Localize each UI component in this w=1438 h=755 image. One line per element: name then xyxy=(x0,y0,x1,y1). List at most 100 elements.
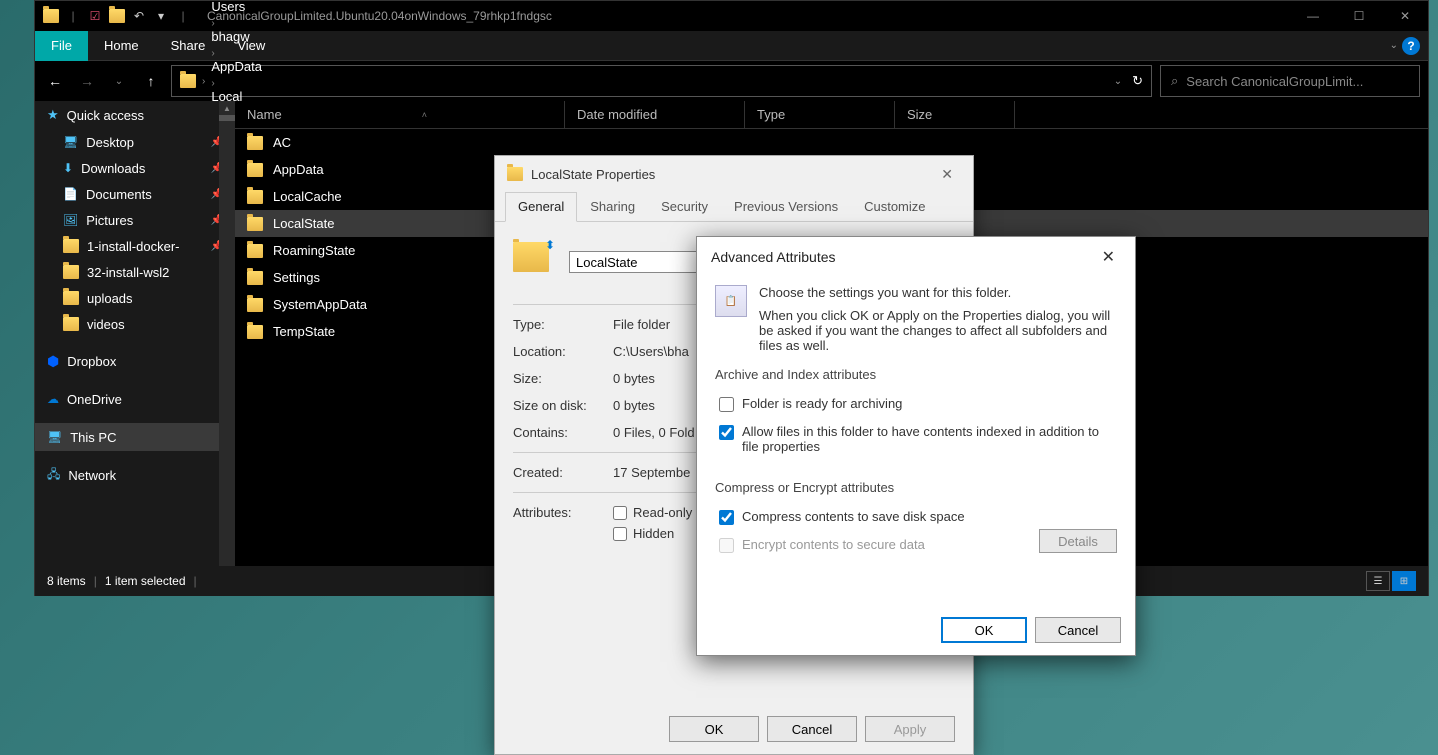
customize-qat-icon[interactable]: ▾ xyxy=(153,8,169,24)
adv-titlebar: Advanced Attributes ✕ xyxy=(697,237,1135,277)
tab-file[interactable]: File xyxy=(35,31,88,61)
nav-up[interactable]: ↑ xyxy=(139,69,163,93)
file-name: RoamingState xyxy=(273,243,355,258)
dropbox-icon: ⬢ xyxy=(47,353,59,370)
sidebar-scrollbar[interactable]: ▲ xyxy=(219,101,235,566)
sidebar-network[interactable]: 🖧 Network xyxy=(35,461,235,489)
undo-icon[interactable]: ↶ xyxy=(131,8,147,24)
adv-archive-label: Folder is ready for archiving xyxy=(742,396,902,411)
props-readonly-label: Read-only xyxy=(633,505,692,520)
nav-back[interactable]: ← xyxy=(43,69,67,93)
sidebar-item-label: Documents xyxy=(86,187,152,202)
file-name: AppData xyxy=(273,162,324,177)
sidebar-quick-access-label: Quick access xyxy=(67,108,144,123)
props-tab-general[interactable]: General xyxy=(505,192,577,222)
refresh-icon[interactable]: ↻ xyxy=(1132,73,1143,89)
col-size[interactable]: Size xyxy=(895,101,1015,128)
sidebar-item-label: Downloads xyxy=(81,161,145,176)
sidebar-thispc[interactable]: 🖥 This PC xyxy=(35,423,235,451)
sidebar-item-uploads[interactable]: uploads xyxy=(35,285,235,311)
sidebar-item-label: 32-install-wsl2 xyxy=(87,265,169,280)
view-details-button[interactable]: ☰ xyxy=(1366,571,1390,591)
file-name: AC xyxy=(273,135,291,150)
file-name: TempState xyxy=(273,324,335,339)
adv-details-button: Details xyxy=(1039,529,1117,553)
nav-recent[interactable]: ⌄ xyxy=(107,69,131,93)
tab-home[interactable]: Home xyxy=(88,31,155,61)
close-button[interactable]: ✕ xyxy=(1382,1,1428,31)
view-large-button[interactable]: ⊞ xyxy=(1392,571,1416,591)
search-box[interactable]: ⌕ Search CanonicalGroupLimit... xyxy=(1160,65,1420,97)
col-name[interactable]: Name ˄ xyxy=(235,101,565,128)
adv-close-button[interactable]: ✕ xyxy=(1096,245,1121,269)
props-tab-previous[interactable]: Previous Versions xyxy=(721,192,851,221)
maximize-button[interactable]: ☐ xyxy=(1336,1,1382,31)
props-tab-customize[interactable]: Customize xyxy=(851,192,938,221)
props-apply-button[interactable]: Apply xyxy=(865,716,955,742)
props-hidden-check[interactable] xyxy=(613,527,627,541)
sidebar-quick-access[interactable]: ★ Quick access xyxy=(35,101,235,129)
status-divider: | xyxy=(94,574,97,588)
sort-indicator-icon: ˄ xyxy=(422,110,427,120)
props-ok-button[interactable]: OK xyxy=(669,716,759,742)
sidebar-onedrive[interactable]: ☁ OneDrive xyxy=(35,385,235,413)
props-tab-sharing[interactable]: Sharing xyxy=(577,192,648,221)
adv-archive-check[interactable] xyxy=(719,397,734,412)
breadcrumb-appdata[interactable]: AppData xyxy=(211,59,585,74)
properties-icon[interactable]: ☑ xyxy=(87,8,103,24)
address-bar[interactable]: › Users › bhagw › AppData › Local › Pack… xyxy=(171,65,1152,97)
cloud-icon: ☁ xyxy=(47,392,59,406)
adv-index-check[interactable] xyxy=(719,425,734,440)
file-name: LocalState xyxy=(273,216,334,231)
sidebar-item-documents[interactable]: 📄Documents📌 xyxy=(35,181,235,207)
navbar: ← → ⌄ ↑ › Users › bhagw › AppData › Loca… xyxy=(35,61,1428,101)
breadcrumb-sep[interactable]: › xyxy=(211,18,214,29)
props-cancel-button[interactable]: Cancel xyxy=(767,716,857,742)
sidebar-item-desktop[interactable]: 🖥Desktop📌 xyxy=(35,129,235,155)
props-readonly-check[interactable] xyxy=(613,506,627,520)
col-type[interactable]: Type xyxy=(745,101,895,128)
props-close-button[interactable]: ✕ xyxy=(933,162,961,187)
props-attr-label: Attributes: xyxy=(513,505,613,541)
folder-icon xyxy=(247,190,263,204)
file-name: LocalCache xyxy=(273,189,342,204)
breadcrumb-users[interactable]: Users xyxy=(211,0,585,14)
folder-icon xyxy=(247,163,263,177)
props-size-label: Size: xyxy=(513,371,613,386)
props-location-label: Location: xyxy=(513,344,613,359)
nav-forward[interactable]: → xyxy=(75,69,99,93)
addr-dropdown-icon[interactable]: ⌄ xyxy=(1114,76,1122,87)
sidebar: ▲ ★ Quick access 🖥Desktop📌⬇Downloads📌📄Do… xyxy=(35,101,235,566)
breadcrumb-sep[interactable]: › xyxy=(211,48,214,59)
ribbon-expand-icon[interactable]: ⌄ xyxy=(1390,40,1398,51)
adv-cancel-button[interactable]: Cancel xyxy=(1035,617,1121,643)
new-folder-icon[interactable] xyxy=(109,8,125,24)
adv-compress-label: Compress contents to save disk space xyxy=(742,509,965,524)
col-date[interactable]: Date modified xyxy=(565,101,745,128)
props-sod-label: Size on disk: xyxy=(513,398,613,413)
sidebar-item-downloads[interactable]: ⬇Downloads📌 xyxy=(35,155,235,181)
help-icon[interactable]: ? xyxy=(1402,37,1420,55)
sidebar-onedrive-label: OneDrive xyxy=(67,392,122,407)
sidebar-dropbox[interactable]: ⬢ Dropbox xyxy=(35,347,235,375)
minimize-button[interactable]: — xyxy=(1290,1,1336,31)
props-big-folder-icon: ⬍ xyxy=(513,242,553,282)
file-row-ac[interactable]: AC xyxy=(235,129,1428,156)
breadcrumb-sep[interactable]: › xyxy=(211,78,214,89)
folder-icon xyxy=(63,317,79,331)
breadcrumb-sep: › xyxy=(202,76,205,87)
sidebar-item-label: videos xyxy=(87,317,125,332)
props-folder-icon xyxy=(507,167,523,181)
pc-icon: 🖥 xyxy=(47,430,62,444)
sidebar-item-pictures[interactable]: 🖼Pictures📌 xyxy=(35,207,235,233)
adv-ok-button[interactable]: OK xyxy=(941,617,1027,643)
breadcrumb-bhagw[interactable]: bhagw xyxy=(211,29,585,44)
props-tab-security[interactable]: Security xyxy=(648,192,721,221)
adv-encrypt-check xyxy=(719,538,734,553)
sidebar-item-32-install-wsl2[interactable]: 32-install-wsl2 xyxy=(35,259,235,285)
sidebar-item-videos[interactable]: videos xyxy=(35,311,235,337)
adv-title-text: Advanced Attributes xyxy=(711,249,836,265)
sidebar-item-1-install-docker-[interactable]: 1-install-docker-📌 xyxy=(35,233,235,259)
adv-compress-check[interactable] xyxy=(719,510,734,525)
sidebar-thispc-label: This PC xyxy=(70,430,116,445)
